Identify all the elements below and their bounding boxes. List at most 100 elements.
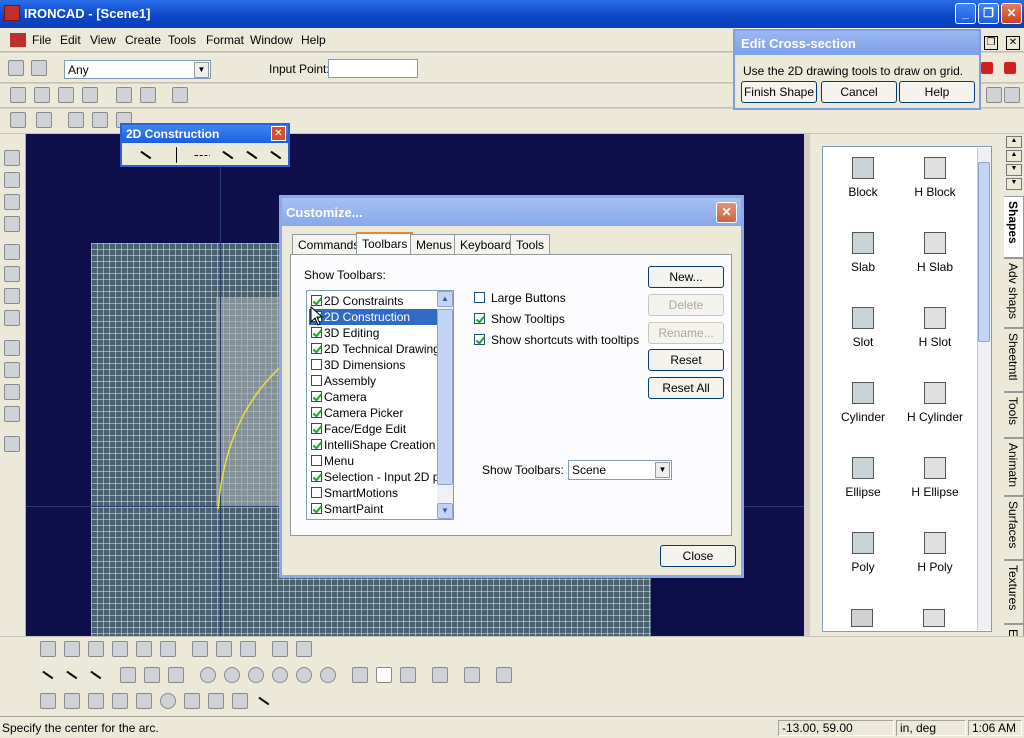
large-buttons-option[interactable]: Large Buttons xyxy=(472,291,566,305)
edit-cross-section-title[interactable]: Edit Cross-section xyxy=(735,31,979,55)
gear-icon[interactable] xyxy=(1004,87,1020,103)
checkbox[interactable] xyxy=(311,407,322,418)
mdi-restore-icon[interactable]: ❐ xyxy=(984,36,998,50)
delete-button[interactable]: Delete xyxy=(648,294,724,316)
list-item[interactable]: Face/Edge Edit xyxy=(309,421,437,437)
coincident-icon[interactable] xyxy=(64,693,80,709)
list-item[interactable]: 2D Constraints xyxy=(309,293,437,309)
parallel-icon[interactable] xyxy=(88,693,104,709)
checkbox[interactable] xyxy=(311,471,322,482)
reset-all-button[interactable]: Reset All xyxy=(648,377,724,399)
polyline-icon[interactable] xyxy=(120,667,136,683)
camera-icon[interactable] xyxy=(4,340,20,356)
menu-view[interactable]: View xyxy=(90,33,116,47)
look-at-icon[interactable] xyxy=(4,310,20,326)
sweep-icon[interactable] xyxy=(58,87,74,103)
close-icon[interactable]: ✕ xyxy=(716,202,737,223)
checkbox[interactable] xyxy=(311,439,322,450)
spin-icon[interactable] xyxy=(34,87,50,103)
checkbox[interactable] xyxy=(311,343,322,354)
list-item[interactable]: 3D Dimensions xyxy=(309,357,437,373)
menu-format[interactable]: Format xyxy=(206,33,244,47)
rotate-sketch-icon[interactable] xyxy=(88,641,104,657)
catalog-tab-tools[interactable]: Tools xyxy=(1004,392,1024,438)
catalog-tab-shapes[interactable]: Shapes xyxy=(1004,196,1024,258)
checkbox[interactable] xyxy=(311,327,322,338)
catalog-tab-adv-shaps[interactable]: Adv shaps xyxy=(1004,258,1024,328)
curve-icon[interactable] xyxy=(464,667,480,683)
checkbox[interactable] xyxy=(311,359,322,370)
arc-center-icon[interactable] xyxy=(352,667,368,683)
line-perpendicular-icon[interactable] xyxy=(88,667,104,683)
list-item[interactable]: Camera xyxy=(309,389,437,405)
catalog-item-slab[interactable]: Slab xyxy=(823,232,903,274)
circle-2pt-icon[interactable] xyxy=(272,667,288,683)
tab-commands[interactable]: Commands xyxy=(292,234,366,254)
checkbox[interactable] xyxy=(311,295,322,306)
selection-filter-combo[interactable]: Any ▼ xyxy=(64,60,211,79)
scroll-thumb[interactable] xyxy=(437,309,453,485)
close-icon[interactable]: ✕ xyxy=(271,126,286,141)
move-icon[interactable] xyxy=(4,150,20,166)
checkbox[interactable] xyxy=(311,487,322,498)
catalog-tab-animatn[interactable]: Animatn xyxy=(1004,438,1024,496)
snap-grid-icon[interactable] xyxy=(40,641,56,657)
circle-icon[interactable] xyxy=(320,667,336,683)
blend-icon[interactable] xyxy=(68,112,84,128)
mirror-icon[interactable] xyxy=(112,641,128,657)
trim-icon[interactable] xyxy=(192,641,208,657)
tab-keyboard[interactable]: Keyboard xyxy=(454,234,518,254)
checkbox[interactable] xyxy=(474,334,485,345)
extrude-icon[interactable] xyxy=(10,87,26,103)
construction-bisector-icon[interactable] xyxy=(268,147,284,163)
checkbox[interactable] xyxy=(311,375,322,386)
select-region-icon[interactable] xyxy=(31,60,47,76)
angle-constraint-icon[interactable] xyxy=(232,693,248,709)
extend-icon[interactable] xyxy=(216,641,232,657)
construction-diagonal-icon[interactable] xyxy=(138,147,154,163)
circle-tangent-icon[interactable] xyxy=(248,667,264,683)
horizontal-icon[interactable] xyxy=(112,693,128,709)
walk-icon[interactable] xyxy=(4,362,20,378)
construction-angle-icon[interactable] xyxy=(220,147,236,163)
fix-icon[interactable] xyxy=(256,693,272,709)
new-button[interactable]: New... xyxy=(648,266,724,288)
chevron-up-icon[interactable]: ▲ xyxy=(1006,150,1022,162)
offset-icon[interactable] xyxy=(136,641,152,657)
red-stop-icon[interactable] xyxy=(981,62,993,74)
rectangle-icon[interactable] xyxy=(168,667,184,683)
fit-icon[interactable] xyxy=(4,288,20,304)
grid-icon[interactable] xyxy=(140,87,156,103)
construction-horizontal-icon[interactable] xyxy=(194,155,210,157)
fly-icon[interactable] xyxy=(4,384,20,400)
menu-tools[interactable]: Tools xyxy=(168,33,196,47)
checkbox[interactable] xyxy=(311,503,322,514)
catalog-tab-surfaces[interactable]: Surfaces xyxy=(1004,496,1024,560)
checkbox[interactable] xyxy=(311,455,322,466)
catalog-item-h-slab[interactable]: H Slab xyxy=(895,232,975,274)
catalog-item-poly[interactable]: Poly xyxy=(823,532,903,574)
spin-view-icon[interactable] xyxy=(4,406,20,422)
document-icon[interactable] xyxy=(10,33,26,47)
fit-box-icon[interactable] xyxy=(64,641,80,657)
chevron-down-icon[interactable]: ▼ xyxy=(194,62,209,78)
minimize-button[interactable]: _ xyxy=(955,3,976,24)
arc-tangent-icon[interactable] xyxy=(400,667,416,683)
catalog-item-ellipse[interactable]: Ellipse xyxy=(823,457,903,499)
menu-create[interactable]: Create xyxy=(125,33,161,47)
sheet-icon[interactable] xyxy=(116,87,132,103)
checkbox[interactable] xyxy=(311,391,322,402)
render-icon[interactable] xyxy=(4,436,20,452)
list-item[interactable]: 3D Editing xyxy=(309,325,437,341)
menu-edit[interactable]: Edit xyxy=(60,33,81,47)
list-item[interactable]: Menu xyxy=(309,453,437,469)
paint-icon[interactable] xyxy=(986,87,1002,103)
chevron-down-icon[interactable]: ▼ xyxy=(437,503,453,519)
rotate-icon[interactable] xyxy=(4,172,20,188)
red-cube-icon[interactable] xyxy=(1004,62,1016,74)
input-point-field[interactable] xyxy=(328,59,418,78)
line-tool-icon[interactable] xyxy=(40,667,56,683)
catalog-item-h-cylinder[interactable]: H Cylinder xyxy=(895,382,975,424)
list-item[interactable]: SmartPaint xyxy=(309,501,437,517)
list-item[interactable]: SmartMotions xyxy=(309,485,437,501)
